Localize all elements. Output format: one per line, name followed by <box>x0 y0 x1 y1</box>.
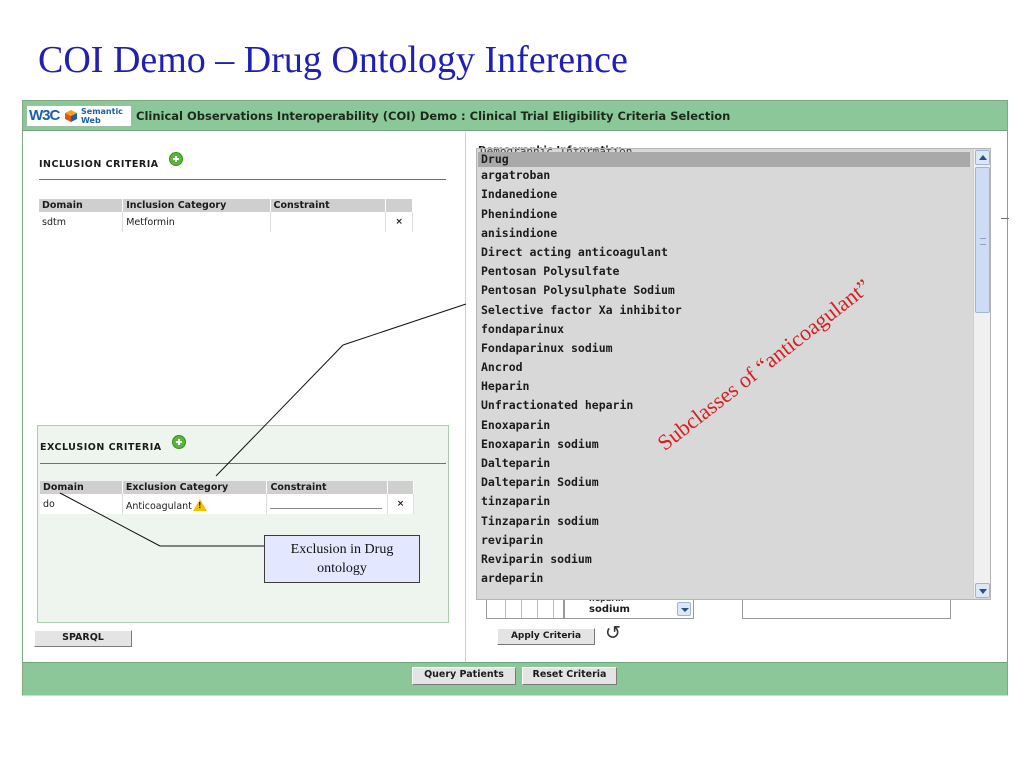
pointer-line-a <box>215 344 344 477</box>
pointer-line-c <box>59 492 161 547</box>
pointer-line-b <box>342 303 467 346</box>
exclusion-callout: Exclusion in Drug ontology <box>264 535 420 583</box>
callout-line-1: Exclusion in Drug <box>290 542 394 557</box>
callout-line-2: ontology <box>317 561 367 576</box>
annotation-lines <box>59 303 467 547</box>
